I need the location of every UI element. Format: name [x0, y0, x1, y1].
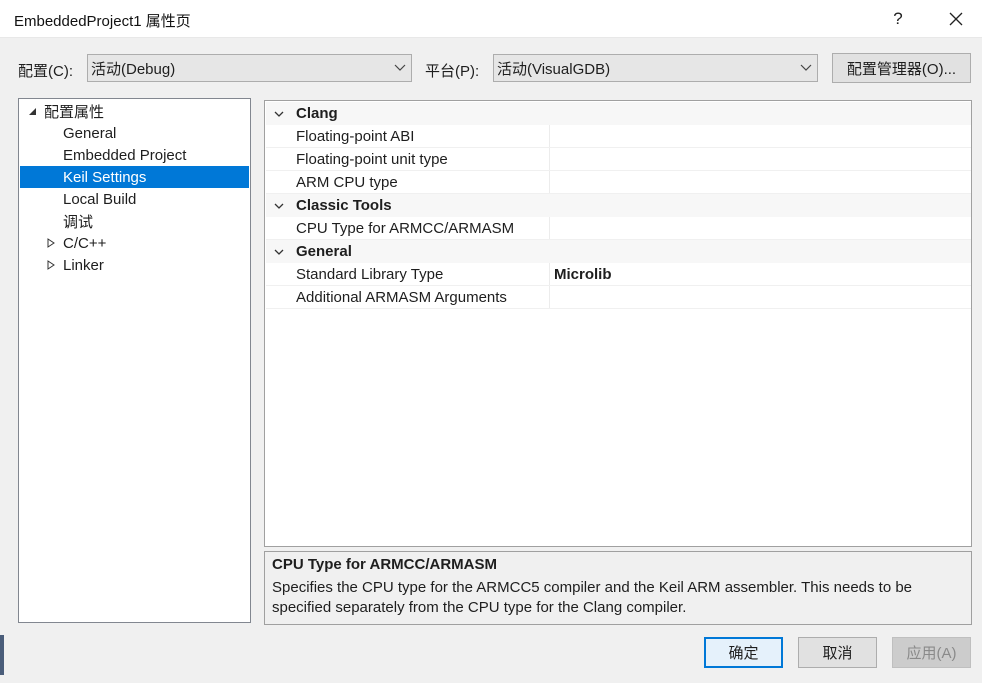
expanded-chevron-icon[interactable]: [274, 247, 284, 257]
property-row-arm-cpu-type[interactable]: ARM CPU type: [266, 171, 971, 194]
tree-item-linker[interactable]: Linker: [20, 254, 249, 276]
background-window-edge: [0, 635, 4, 675]
property-name: ARM CPU type: [296, 174, 398, 191]
tree-item-debugging[interactable]: 调试: [20, 210, 249, 232]
tree-item-label: General: [63, 124, 117, 142]
window-title: EmbeddedProject1 属性页: [14, 13, 191, 30]
ok-button[interactable]: 确定: [704, 637, 783, 668]
property-grid: Clang Floating-point ABI Floating-point …: [264, 100, 972, 547]
tree-item-label: 调试: [63, 213, 94, 231]
property-value[interactable]: Microlib: [549, 263, 971, 285]
property-value[interactable]: [549, 217, 971, 239]
category-general[interactable]: General: [266, 240, 971, 263]
apply-button[interactable]: 应用(A): [892, 637, 971, 668]
property-value[interactable]: [549, 148, 971, 170]
expanded-chevron-icon[interactable]: [274, 109, 284, 119]
description-title: CPU Type for ARMCC/ARMASM: [272, 556, 497, 573]
description-text: Specifies the CPU type for the ARMCC5 co…: [272, 579, 913, 616]
property-name: CPU Type for ARMCC/ARMASM: [296, 220, 515, 237]
category-classic-tools[interactable]: Classic Tools: [266, 194, 971, 217]
chevron-down-icon: [800, 64, 812, 71]
property-value[interactable]: [549, 125, 971, 147]
property-row-floating-point-abi[interactable]: Floating-point ABI: [266, 125, 971, 148]
configuration-manager-button[interactable]: 配置管理器(O)...: [832, 53, 971, 83]
property-tree: 配置属性 General Embedded Project Keil Setti…: [18, 98, 251, 623]
platform-label: 平台(P):: [425, 63, 480, 80]
tree-item-configuration-properties[interactable]: 配置属性: [20, 100, 249, 122]
configuration-value: 活动(Debug): [91, 60, 176, 78]
help-button[interactable]: ?: [876, 4, 920, 34]
tree-item-label: Keil Settings: [63, 168, 147, 186]
title-bar: EmbeddedProject1 属性页 ?: [0, 0, 982, 38]
property-name: Floating-point unit type: [296, 151, 448, 168]
platform-value: 活动(VisualGDB): [497, 60, 611, 78]
expanded-triangle-icon[interactable]: [27, 106, 37, 116]
tree-item-label: Linker: [63, 256, 104, 274]
cancel-button[interactable]: 取消: [798, 637, 877, 668]
tree-item-embedded-project[interactable]: Embedded Project: [20, 144, 249, 166]
collapsed-triangle-icon[interactable]: [46, 260, 56, 270]
property-value[interactable]: [549, 171, 971, 193]
property-name: Floating-point ABI: [296, 128, 415, 145]
property-row-standard-library-type[interactable]: Standard Library Type Microlib: [266, 263, 971, 286]
close-button[interactable]: [934, 4, 978, 34]
tree-item-c-cpp[interactable]: C/C++: [20, 232, 249, 254]
description-panel: CPU Type for ARMCC/ARMASM Specifies the …: [264, 551, 972, 625]
tree-item-label: 配置属性: [44, 103, 105, 121]
tree-item-keil-settings[interactable]: Keil Settings: [20, 166, 249, 188]
collapsed-triangle-icon[interactable]: [46, 238, 56, 248]
property-row-additional-armasm-arguments[interactable]: Additional ARMASM Arguments: [266, 286, 971, 309]
tree-item-local-build[interactable]: Local Build: [20, 188, 249, 210]
property-value[interactable]: [549, 286, 971, 308]
property-row-fpu-type[interactable]: Floating-point unit type: [266, 148, 971, 171]
tree-item-label: C/C++: [63, 234, 107, 252]
configuration-dropdown[interactable]: 活动(Debug): [87, 54, 412, 82]
property-row-cpu-type-armcc[interactable]: CPU Type for ARMCC/ARMASM: [266, 217, 971, 240]
expanded-chevron-icon[interactable]: [274, 201, 284, 211]
close-icon: [949, 12, 963, 26]
chevron-down-icon: [394, 64, 406, 71]
configuration-label: 配置(C):: [18, 63, 73, 80]
tree-item-general[interactable]: General: [20, 122, 249, 144]
category-label: Clang: [296, 105, 338, 122]
property-name: Standard Library Type: [296, 266, 444, 283]
category-label: Classic Tools: [296, 197, 392, 214]
category-clang[interactable]: Clang: [266, 102, 971, 125]
platform-dropdown[interactable]: 活动(VisualGDB): [493, 54, 818, 82]
tree-item-label: Embedded Project: [63, 146, 187, 164]
property-name: Additional ARMASM Arguments: [296, 289, 507, 306]
category-label: General: [296, 243, 352, 260]
tree-item-label: Local Build: [63, 190, 137, 208]
